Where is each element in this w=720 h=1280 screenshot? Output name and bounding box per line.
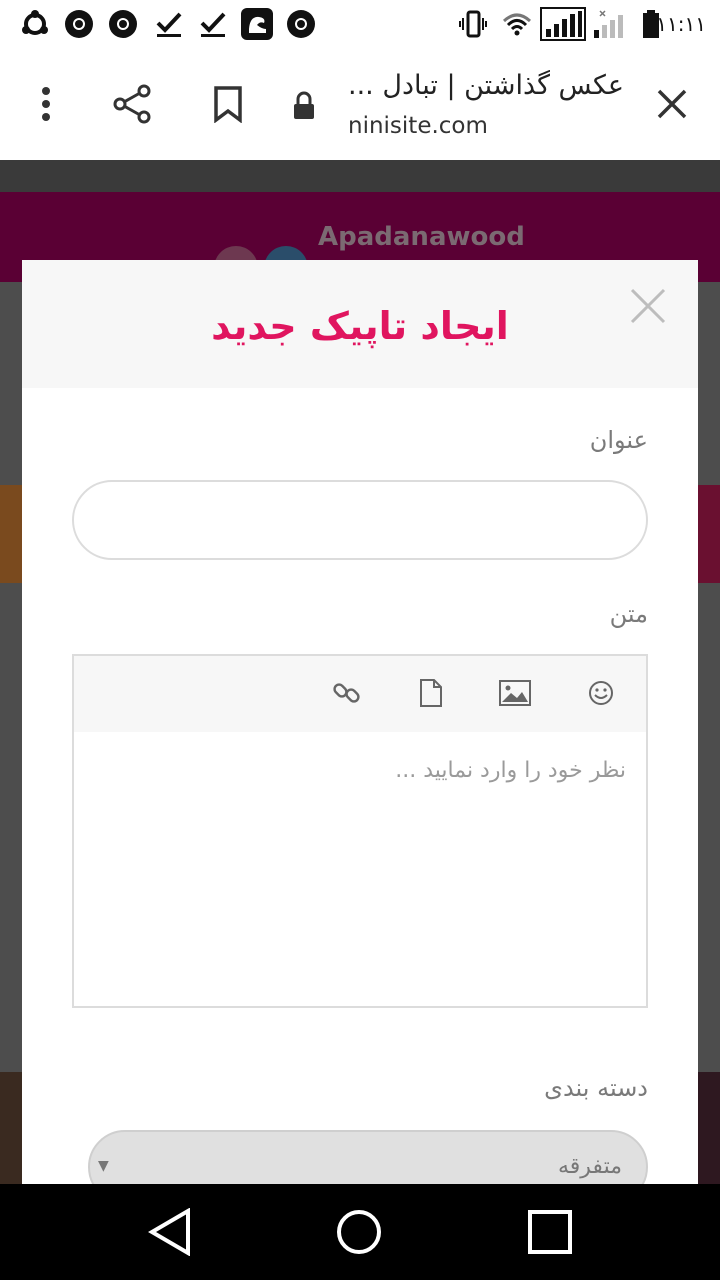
status-bar: ۱۱:۱۱ [0,0,720,50]
home-icon[interactable] [331,1204,387,1260]
emoji-icon[interactable] [584,676,618,710]
vibrate-icon [459,10,487,38]
wifi-icon [502,13,532,36]
file-icon[interactable] [414,676,448,710]
download-done-icon [200,12,226,37]
banner-text: Apadanawood [318,222,525,252]
close-icon[interactable] [628,286,668,326]
signal-icon [540,7,586,41]
title-label: عنوان [589,426,648,454]
side-block [0,485,22,583]
chrome-icon [65,10,93,38]
image-icon[interactable] [498,676,532,710]
editor-toolbar [74,656,646,732]
chrome-icon [109,10,137,38]
new-topic-modal: ایجاد تاپیک جدید عنوان متن نظر خود را وا… [22,260,698,1184]
category-select[interactable]: متفرقه ▼ [88,1130,648,1184]
editor-placeholder: نظر خود را وارد نمایید ... [395,758,626,783]
page-title[interactable]: عکس گذاشتن | تبادل ... [324,70,624,101]
category-value: متفرقه [557,1154,622,1179]
browser-toolbar [0,50,720,160]
lock-icon[interactable] [280,82,328,130]
close-icon[interactable] [648,80,696,128]
side-block [698,1072,720,1184]
app-icon [241,8,273,40]
category-label: دسته بندی [544,1074,648,1102]
navigation-bar [0,1184,720,1280]
sync-icon [22,10,48,35]
link-icon[interactable] [330,676,364,710]
modal-title: ایجاد تاپیک جدید [211,304,509,348]
back-icon[interactable] [142,1204,198,1260]
signal-2-icon [594,10,623,38]
body-label: متن [609,600,648,628]
chrome-icon [287,10,315,38]
clock: ۱۱:۱۱ [656,12,706,36]
page-header-strip [0,160,720,192]
download-done-icon [156,12,182,37]
dropdown-arrow-icon: ▼ [98,1158,109,1174]
text-editor[interactable]: نظر خود را وارد نمایید ... [72,654,648,1008]
side-block [698,485,720,583]
share-icon[interactable] [108,80,156,128]
recents-icon[interactable] [522,1204,578,1260]
title-input[interactable] [72,480,648,560]
page-url[interactable]: ninisite.com [348,113,488,139]
menu-dots-icon[interactable] [22,80,70,128]
bookmark-icon[interactable] [204,80,252,128]
side-block [0,1072,22,1184]
